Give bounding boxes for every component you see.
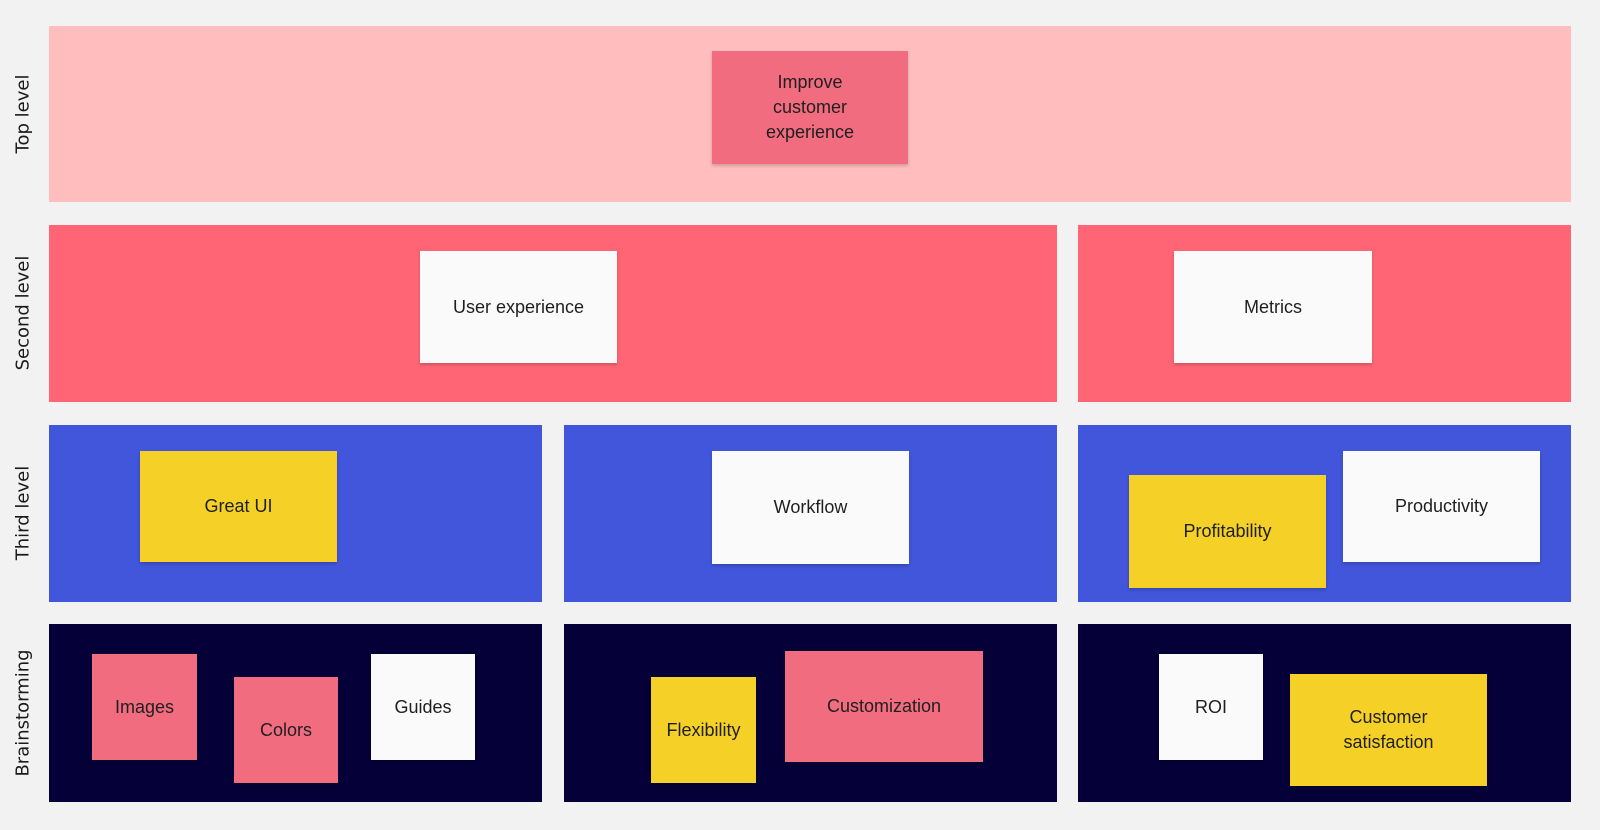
sticky-flexibility[interactable]: Flexibility (651, 677, 756, 783)
sticky-workflow[interactable]: Workflow (712, 451, 909, 564)
row-label-second-level: Second level (12, 255, 34, 371)
sticky-metrics[interactable]: Metrics (1174, 251, 1372, 363)
sticky-roi[interactable]: ROI (1159, 654, 1263, 760)
sticky-productivity[interactable]: Productivity (1343, 451, 1540, 562)
sticky-images[interactable]: Images (92, 654, 197, 760)
sticky-improve-customer-experience[interactable]: Improve customer experience (712, 51, 908, 164)
sticky-customization[interactable]: Customization (785, 651, 983, 762)
row-label-brainstorming: Brainstorming (12, 649, 34, 777)
sticky-great-ui[interactable]: Great UI (140, 451, 337, 562)
sticky-colors[interactable]: Colors (234, 677, 338, 783)
sticky-profitability[interactable]: Profitability (1129, 475, 1326, 588)
sticky-user-experience[interactable]: User experience (420, 251, 617, 363)
row-label-top-level: Top level (12, 74, 34, 154)
row-label-third-level: Third level (12, 465, 34, 561)
sticky-customer-satisfaction[interactable]: Customer satisfaction (1290, 674, 1487, 786)
sticky-guides[interactable]: Guides (371, 654, 475, 760)
